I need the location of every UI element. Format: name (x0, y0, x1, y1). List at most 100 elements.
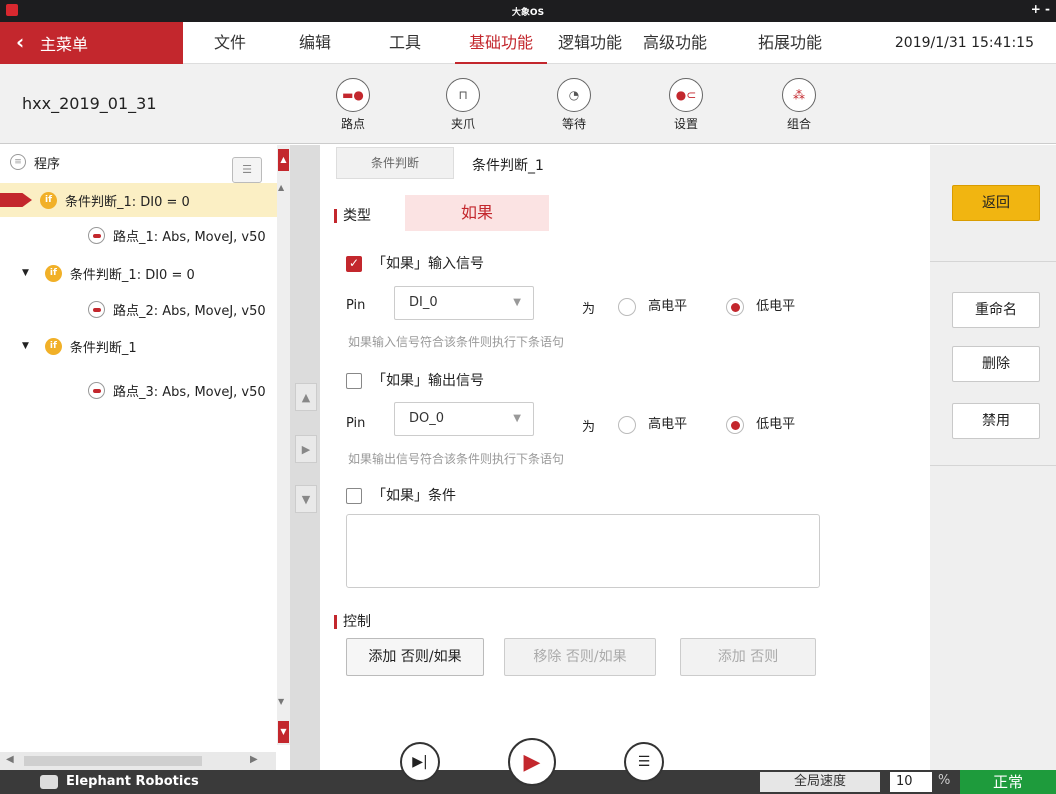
waypoint-icon: ▬● (336, 78, 370, 112)
output-high-label: 高电平 (648, 417, 688, 432)
tree-row-label: 路点_3: Abs, MoveJ, v50 (113, 384, 266, 400)
tool-wait-label: 等待 (561, 117, 586, 131)
tree-row-label: 条件判断_1: DI0 = 0 (69, 267, 195, 283)
tree-row[interactable]: ▼ if 条件判断_1 (0, 329, 276, 363)
brand-logo-icon (40, 775, 58, 789)
robot-state-badge: 正常 (960, 770, 1056, 794)
node-move-strip: ▲ ▶ ▼ (290, 145, 320, 770)
tree-horizontal-scrollbar[interactable]: ◀ ▶ (0, 752, 276, 770)
panel-divider (930, 465, 1056, 466)
menu-tools[interactable]: 工具 (380, 22, 430, 64)
toolbar: hxx_2019_01_31 ▬● 路点 ⊓ 夹爪 ◔ 等待 ●⊂ 设置 ⁂ 组… (0, 64, 1056, 144)
checkbox-unchecked-icon[interactable] (346, 488, 362, 504)
remove-else-if-button[interactable]: 移除 否则/如果 (504, 638, 656, 676)
app-logo-icon (6, 4, 18, 16)
move-up-button[interactable]: ▲ (295, 383, 317, 411)
project-name: hxx_2019_01_31 (22, 94, 157, 113)
if-icon: if (44, 264, 62, 282)
window-controls[interactable]: + - (1031, 2, 1050, 16)
radio-low-selected-icon[interactable] (726, 415, 744, 434)
program-list-button[interactable]: ☰ (624, 742, 664, 782)
condition-textarea[interactable] (346, 514, 820, 588)
input-high-option[interactable]: 高电平 (618, 295, 687, 316)
tree-row-label: 路点_1: Abs, MoveJ, v50 (113, 229, 266, 245)
collapse-bottom-icon[interactable]: ▼ (278, 721, 289, 743)
scroll-left-icon[interactable]: ◀ (6, 754, 14, 765)
delete-button[interactable]: 删除 (952, 346, 1040, 382)
input-low-option[interactable]: 低电平 (726, 295, 795, 316)
disable-button[interactable]: 禁用 (952, 403, 1040, 439)
expand-arrow-icon[interactable]: ▼ (22, 341, 29, 351)
menu-logic-functions[interactable]: 逻辑功能 (550, 22, 630, 64)
tree-row[interactable]: 路点_2: Abs, MoveJ, v50 (0, 292, 276, 326)
output-signal-option[interactable]: 「如果」输出信号 (346, 370, 484, 390)
clock-icon: ◔ (557, 78, 591, 112)
output-pin-select[interactable]: DO_0 ▼ (394, 402, 534, 436)
tool-settings[interactable]: ●⊂ 设置 (656, 78, 716, 132)
arrow-up-icon: ▲ (301, 390, 311, 404)
menu-edit[interactable]: 编辑 (290, 22, 340, 64)
type-value[interactable]: 如果 (405, 195, 549, 231)
node-type-tab[interactable]: 条件判断 (336, 147, 454, 179)
tool-group-label: 组合 (786, 117, 811, 131)
condition-option[interactable]: 「如果」条件 (346, 485, 456, 505)
chevron-down-icon: ▼ (513, 297, 521, 308)
tree-row[interactable]: if 条件判断_1: DI0 = 0 (0, 183, 277, 217)
tool-wait[interactable]: ◔ 等待 (544, 78, 604, 132)
tool-gripper[interactable]: ⊓ 夹爪 (433, 78, 493, 132)
checkbox-checked-icon[interactable]: ✓ (346, 256, 362, 272)
input-signal-label: 「如果」输入信号 (372, 256, 484, 272)
section-marker (334, 209, 337, 223)
tree-row[interactable]: 路点_1: Abs, MoveJ, v50 (0, 218, 276, 252)
output-low-label: 低电平 (756, 417, 796, 432)
output-low-option[interactable]: 低电平 (726, 413, 795, 434)
main-menu-button[interactable]: ‹ 主菜单 (0, 22, 183, 64)
speed-input[interactable]: 10 (890, 772, 932, 792)
input-low-label: 低电平 (756, 299, 796, 314)
scroll-thumb[interactable] (24, 756, 202, 766)
radio-high-icon[interactable] (618, 415, 636, 434)
tree-root-label: 程序 (34, 156, 61, 172)
menu-file[interactable]: 文件 (200, 22, 260, 64)
tool-waypoint[interactable]: ▬● 路点 (323, 78, 383, 132)
menu-extended-functions[interactable]: 拓展功能 (745, 22, 835, 64)
if-icon: if (40, 191, 57, 209)
global-speed-label: 全局速度 (760, 772, 880, 792)
tool-gripper-label: 夹爪 (450, 117, 475, 131)
scroll-down-icon[interactable]: ▼ (278, 697, 284, 706)
add-else-if-button[interactable]: 添加 否则/如果 (346, 638, 484, 676)
menu-basic-functions[interactable]: 基础功能 (455, 22, 547, 64)
input-hint: 如果输入信号符合该条件则执行下条语句 (348, 335, 565, 349)
scroll-right-icon[interactable]: ▶ (250, 754, 258, 765)
main-menu-label: 主菜单 (40, 35, 89, 54)
tree-row[interactable]: ▼ if 条件判断_1: DI0 = 0 (0, 256, 276, 290)
input-signal-option[interactable]: ✓ 「如果」输入信号 (346, 253, 484, 273)
menu-advanced-functions[interactable]: 高级功能 (632, 22, 718, 64)
rename-button[interactable]: 重命名 (952, 292, 1040, 328)
output-as-label: 为 (582, 420, 596, 435)
tree-row-label: 条件判断_1: DI0 = 0 (65, 194, 190, 210)
radio-low-selected-icon[interactable] (726, 297, 744, 316)
output-pin-value: DO_0 (409, 411, 445, 426)
move-in-button[interactable]: ▶ (295, 435, 317, 463)
output-high-option[interactable]: 高电平 (618, 413, 687, 434)
chevron-left-icon: ‹ (16, 30, 25, 54)
gripper-icon: ⊓ (446, 78, 480, 112)
collapse-top-icon[interactable]: ▲ (278, 149, 289, 171)
add-else-button[interactable]: 添加 否则 (680, 638, 816, 676)
input-pin-select[interactable]: DI_0 ▼ (394, 286, 534, 320)
radio-high-icon[interactable] (618, 297, 636, 316)
tree-view-toggle-icon[interactable]: ☰ (232, 157, 262, 183)
checkbox-unchecked-icon[interactable] (346, 373, 362, 389)
tree-row[interactable]: 路点_3: Abs, MoveJ, v50 (0, 373, 276, 407)
step-forward-icon: ▶| (412, 754, 428, 770)
scroll-up-icon[interactable]: ▲ (278, 183, 284, 192)
back-button[interactable]: 返回 (952, 185, 1040, 221)
move-down-button[interactable]: ▼ (295, 485, 317, 513)
run-button[interactable]: ▶ (508, 738, 556, 786)
step-button[interactable]: ▶| (400, 742, 440, 782)
list-icon: ☰ (637, 754, 651, 770)
tool-group[interactable]: ⁂ 组合 (769, 78, 829, 132)
expand-arrow-icon[interactable]: ▼ (22, 268, 29, 278)
tree-vertical-scrollbar[interactable]: ▲ ▲ ▼ ▼ (277, 145, 290, 745)
